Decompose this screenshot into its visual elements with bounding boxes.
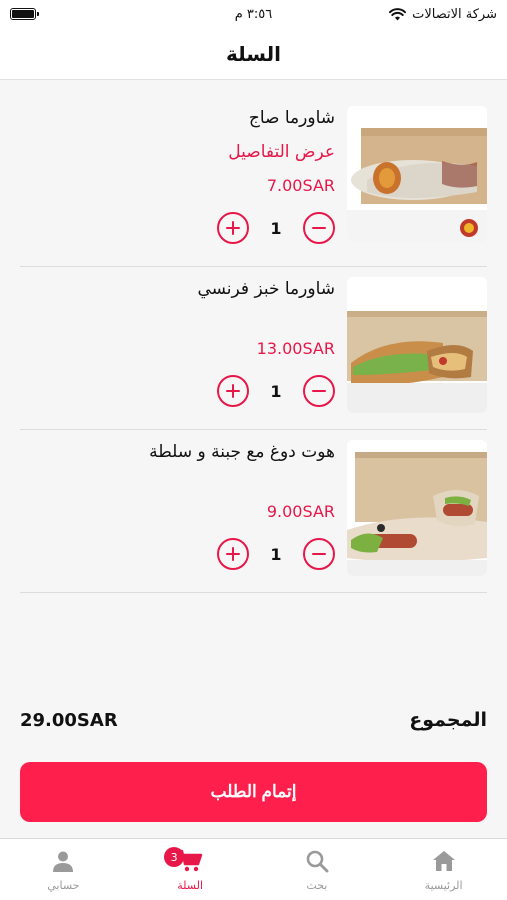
tab-cart[interactable]: 3 السلة bbox=[127, 839, 254, 900]
total-row: 29.00SAR المجموع bbox=[20, 704, 487, 736]
minus-icon bbox=[312, 552, 326, 556]
home-icon bbox=[432, 851, 455, 871]
wifi-icon bbox=[389, 7, 407, 20]
increase-button[interactable] bbox=[217, 212, 249, 244]
cart-badge: 3 bbox=[164, 847, 185, 867]
checkout-button[interactable]: إتمام الطلب bbox=[20, 762, 487, 822]
quantity-stepper: 1 bbox=[217, 538, 335, 570]
increase-button[interactable] bbox=[217, 375, 249, 407]
item-price: 9.00SAR bbox=[266, 502, 335, 521]
decrease-button[interactable] bbox=[303, 212, 335, 244]
cart-item: شاورما خبز فرنسي 13.00SAR 1 bbox=[20, 267, 487, 430]
item-name: شاورما خبز فرنسي bbox=[197, 279, 335, 299]
tab-search[interactable]: بحث bbox=[254, 839, 381, 900]
page-title: السلة bbox=[225, 41, 281, 66]
user-icon bbox=[53, 851, 74, 872]
minus-icon bbox=[312, 389, 326, 393]
decrease-button[interactable] bbox=[303, 538, 335, 570]
tab-bar: حسابي 3 السلة بحث الرئيسية bbox=[0, 838, 507, 900]
tab-label: الرئيسية bbox=[424, 879, 463, 892]
cart-item: شاورما صاج عرض التفاصيل 7.00SAR 1 bbox=[20, 96, 487, 267]
cart-item: هوت دوغ مع جبنة و سلطة 9.00SAR 1 bbox=[20, 430, 487, 593]
tab-label: السلة bbox=[177, 879, 203, 892]
tab-account[interactable]: حسابي bbox=[0, 839, 127, 900]
item-quantity: 1 bbox=[270, 218, 282, 238]
tab-label: حسابي bbox=[47, 879, 80, 892]
quantity-stepper: 1 bbox=[217, 212, 335, 244]
total-amount: 29.00SAR bbox=[20, 709, 118, 731]
carrier-name: شركة الاتصالات bbox=[412, 6, 497, 22]
item-price: 7.00SAR bbox=[266, 176, 335, 195]
battery-icon bbox=[10, 8, 39, 20]
quantity-stepper: 1 bbox=[217, 375, 335, 407]
status-bar: ٣:٥٦ م شركة الاتصالات bbox=[0, 0, 507, 28]
total-label: المجموع bbox=[409, 709, 487, 731]
cart-list: شاورما صاج عرض التفاصيل 7.00SAR 1 شاورما… bbox=[20, 96, 487, 593]
tab-label: بحث bbox=[306, 879, 328, 892]
search-icon bbox=[306, 850, 329, 873]
item-name: هوت دوغ مع جبنة و سلطة bbox=[149, 442, 335, 462]
item-name: شاورما صاج bbox=[248, 108, 335, 128]
item-quantity: 1 bbox=[270, 381, 282, 401]
header: السلة bbox=[0, 28, 507, 80]
item-price: 13.00SAR bbox=[256, 339, 335, 358]
product-image bbox=[347, 440, 487, 576]
status-right: شركة الاتصالات bbox=[389, 7, 497, 22]
tab-home[interactable]: الرئيسية bbox=[380, 839, 507, 900]
product-image bbox=[347, 106, 487, 242]
product-image bbox=[347, 277, 487, 413]
item-quantity: 1 bbox=[270, 544, 282, 564]
decrease-button[interactable] bbox=[303, 375, 335, 407]
minus-icon bbox=[312, 226, 326, 230]
view-details-link[interactable]: عرض التفاصيل bbox=[228, 142, 335, 162]
increase-button[interactable] bbox=[217, 538, 249, 570]
